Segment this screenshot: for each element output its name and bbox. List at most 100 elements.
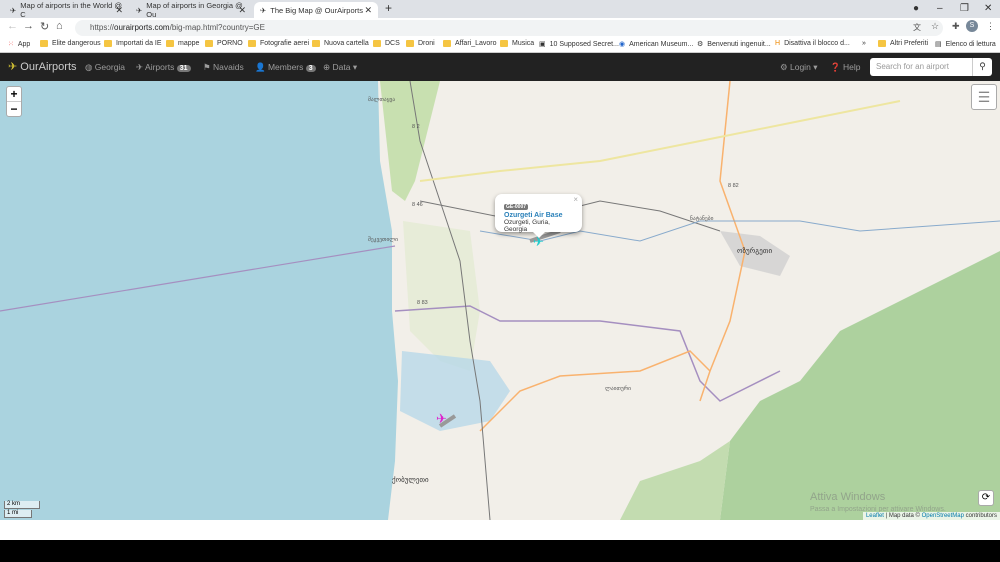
- airport-marker[interactable]: ✈: [436, 411, 447, 427]
- bookmark[interactable]: Droni: [406, 40, 435, 47]
- folder-icon: [406, 40, 414, 47]
- media-icon[interactable]: ●: [913, 3, 919, 14]
- page-footer-area: [0, 520, 1000, 540]
- airport-popup: × GE-0007 Ozurgeti Air Base Ozurgeti, Gu…: [495, 194, 582, 238]
- reload-icon[interactable]: ↻: [40, 20, 49, 33]
- nav-login[interactable]: ⚙ Login ▾: [780, 62, 817, 73]
- bookmarks-bar: ⁙ App Elite dangerous Importati da IE map…: [0, 37, 1000, 53]
- site-icon: ⚙: [697, 41, 704, 48]
- bookmark[interactable]: PORNO: [205, 40, 243, 47]
- address-bar-row: ← → ↻ ⌂ https://ourairports.com/big-map.…: [0, 18, 1000, 37]
- extensions-icon[interactable]: ✚: [952, 21, 960, 32]
- folder-icon: [443, 40, 451, 47]
- road-shield: 8 83: [417, 300, 428, 306]
- folder-icon: [373, 40, 381, 47]
- zoom-in-button[interactable]: +: [7, 87, 21, 102]
- site-icon: ▣: [539, 41, 546, 48]
- close-tab-icon[interactable]: ✕: [238, 5, 246, 16]
- osm-link[interactable]: OpenStreetMap: [922, 513, 964, 519]
- translate-icon[interactable]: 文: [913, 22, 921, 33]
- tab-big-map[interactable]: ✈ The Big Map @ OurAirports ✕: [254, 2, 378, 18]
- reading-list[interactable]: ▤ Elenco di lettura: [935, 40, 996, 49]
- site-icon: H: [775, 40, 781, 47]
- popup-close-button[interactable]: ×: [573, 195, 578, 204]
- new-tab-button[interactable]: +: [385, 1, 392, 15]
- airport-favicon-icon: ✈: [136, 5, 143, 15]
- brand-link[interactable]: ✈ OurAirports: [8, 60, 77, 73]
- map-tiles: [0, 81, 1000, 520]
- menu-icon[interactable]: ⋮: [986, 21, 995, 32]
- home-icon[interactable]: ⌂: [56, 20, 63, 32]
- minimize-button[interactable]: –: [937, 3, 943, 14]
- download-icon: ⊕: [323, 62, 331, 72]
- tab-georgia-map[interactable]: ✈ Map of airports in Georgia @ Ou ✕: [130, 1, 252, 19]
- bookmark[interactable]: mappe: [166, 40, 199, 47]
- nav-airports[interactable]: ✈ Airports 31: [136, 62, 191, 73]
- bookmark[interactable]: Importati da IE: [104, 40, 162, 47]
- site-navbar: ✈ OurAirports ◍ Georgia ✈ Airports 31 ⚑ …: [0, 53, 1000, 81]
- airport-search-input[interactable]: Search for an airport: [870, 58, 972, 76]
- nav-navaids[interactable]: ⚑ Navaids: [203, 62, 244, 73]
- nav-help[interactable]: ❓ Help: [830, 62, 860, 73]
- star-icon[interactable]: ☆: [931, 21, 939, 32]
- layers-button[interactable]: ☰: [971, 84, 997, 110]
- more-bookmarks-button[interactable]: »: [862, 40, 866, 47]
- nav-members[interactable]: 👤 Members 3: [255, 62, 316, 73]
- leaflet-link[interactable]: Leaflet: [866, 513, 884, 519]
- globe-icon: ◍: [85, 62, 93, 72]
- bookmark[interactable]: Fotografie aerei: [248, 40, 309, 47]
- map-view[interactable]: მალთაყვა ოზურგეთი ქობულეთი ნატანები ლაით…: [0, 81, 1000, 520]
- bookmark[interactable]: DCS: [373, 40, 400, 47]
- airport-favicon-icon: ✈: [10, 5, 17, 15]
- bookmark[interactable]: Musica: [500, 40, 534, 47]
- refresh-button[interactable]: ⟳: [978, 490, 994, 506]
- bookmark[interactable]: Nuova cartella: [312, 40, 369, 47]
- airplane-icon: ✈: [8, 61, 18, 73]
- bookmark[interactable]: ▣ 10 Supposed Secret...: [539, 40, 619, 49]
- user-icon: 👤: [255, 62, 266, 72]
- bookmark-other[interactable]: Altri Preferiti: [878, 40, 928, 47]
- close-tab-icon[interactable]: ✕: [364, 5, 372, 16]
- boundary: [0, 245, 396, 312]
- reading-list-icon: ▤: [935, 41, 942, 48]
- place-label: ნატანები: [690, 216, 714, 222]
- folder-icon: [878, 40, 886, 47]
- zoom-out-button[interactable]: −: [7, 102, 21, 117]
- place-label: შეკვეთილი: [368, 237, 399, 243]
- nav-data[interactable]: ⊕ Data ▾: [323, 62, 357, 73]
- back-icon[interactable]: ←: [7, 20, 18, 32]
- folder-icon: [312, 40, 320, 47]
- navaid-icon: ⚑: [203, 62, 211, 72]
- airport-location: Ozurgeti, Guria, Georgia: [504, 219, 550, 233]
- restore-button[interactable]: ❐: [960, 3, 969, 14]
- caret-down-icon: ▾: [352, 62, 358, 72]
- url-input[interactable]: https://ourairports.com/big-map.html?cou…: [75, 20, 943, 36]
- road-shield: 8 82: [728, 183, 739, 189]
- bookmark-apps[interactable]: ⁙ App: [8, 40, 30, 49]
- refresh-icon: ⟳: [981, 492, 991, 503]
- profile-avatar[interactable]: S: [966, 20, 978, 32]
- folder-icon: [166, 40, 174, 47]
- windows-watermark: Attiva Windows: [810, 491, 886, 503]
- bookmark[interactable]: ◉ American Museum...: [619, 40, 693, 49]
- road-shield: 8 46: [412, 202, 423, 208]
- site-icon: ◉: [619, 41, 626, 48]
- forward-icon[interactable]: →: [23, 20, 34, 32]
- folder-icon: [40, 40, 48, 47]
- nav-georgia[interactable]: ◍ Georgia: [85, 62, 125, 73]
- scale-mi: 1 mi: [4, 510, 32, 518]
- folder-icon: [205, 40, 213, 47]
- road-shield: 8 2: [412, 124, 420, 130]
- bookmark[interactable]: Elite dangerous: [40, 40, 101, 47]
- tab-world-map[interactable]: ✈ Map of airports in the World @ C ✕: [4, 1, 129, 19]
- airport-name-link[interactable]: Ozurgeti Air Base: [504, 212, 573, 219]
- question-icon: ❓: [830, 62, 841, 72]
- close-window-button[interactable]: ✕: [984, 3, 992, 14]
- airport-ident-badge: GE-0007: [504, 204, 529, 210]
- bookmark[interactable]: H Disattiva il blocco d...: [775, 40, 850, 47]
- bookmark[interactable]: ⚙ Benvenuti ingenuit...: [697, 40, 771, 49]
- search-button[interactable]: ⚲: [972, 58, 992, 76]
- bookmark[interactable]: Affari_Lavoro: [443, 40, 497, 47]
- tab-strip: ✈ Map of airports in the World @ C ✕ ✈ Map …: [0, 0, 1000, 19]
- close-tab-icon[interactable]: ✕: [115, 5, 123, 16]
